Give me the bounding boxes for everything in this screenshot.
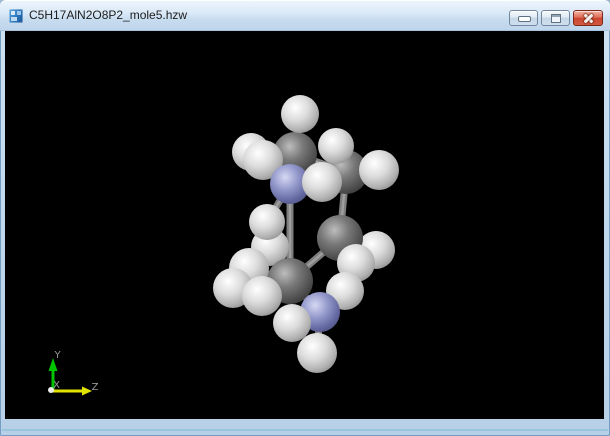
close-button[interactable] (573, 10, 603, 26)
window-controls (509, 10, 603, 26)
axis-label-X: X (53, 380, 60, 391)
atom-H[interactable] (242, 276, 282, 316)
maximize-button[interactable] (541, 10, 570, 26)
app-icon (9, 9, 23, 23)
atom-H[interactable] (359, 150, 399, 190)
atom-H[interactable] (297, 333, 337, 373)
molecule-viewport[interactable]: Y Z X (5, 31, 604, 419)
app-window: C5H17AlN2O8P2_mole5.hzw Y Z X (0, 0, 610, 436)
titlebar[interactable]: C5H17AlN2O8P2_mole5.hzw (0, 0, 610, 31)
app-icon-cell (17, 11, 21, 15)
app-icon-cell (11, 11, 15, 15)
atom-H[interactable] (273, 304, 311, 342)
maximize-icon (551, 14, 561, 23)
atom-H[interactable] (281, 95, 319, 133)
atom-H[interactable] (249, 204, 285, 240)
atoms (213, 95, 399, 373)
axis-arrowhead-Z (82, 386, 92, 396)
atom-H[interactable] (302, 162, 342, 202)
window-title: C5H17AlN2O8P2_mole5.hzw (29, 8, 188, 22)
app-icon-cell (11, 17, 17, 21)
viewport: Y Z X (5, 31, 604, 419)
axis-label-Y: Y (53, 350, 61, 361)
close-icon (574, 11, 602, 25)
minimize-button[interactable] (509, 10, 538, 26)
bottom-frame-accent (2, 429, 608, 431)
atom-H[interactable] (318, 128, 354, 164)
minimize-icon (518, 16, 531, 22)
axis-origin-dot (48, 387, 54, 393)
axis-indicator: Y Z X (48, 350, 99, 396)
axis-label-Z: Z (92, 382, 99, 393)
